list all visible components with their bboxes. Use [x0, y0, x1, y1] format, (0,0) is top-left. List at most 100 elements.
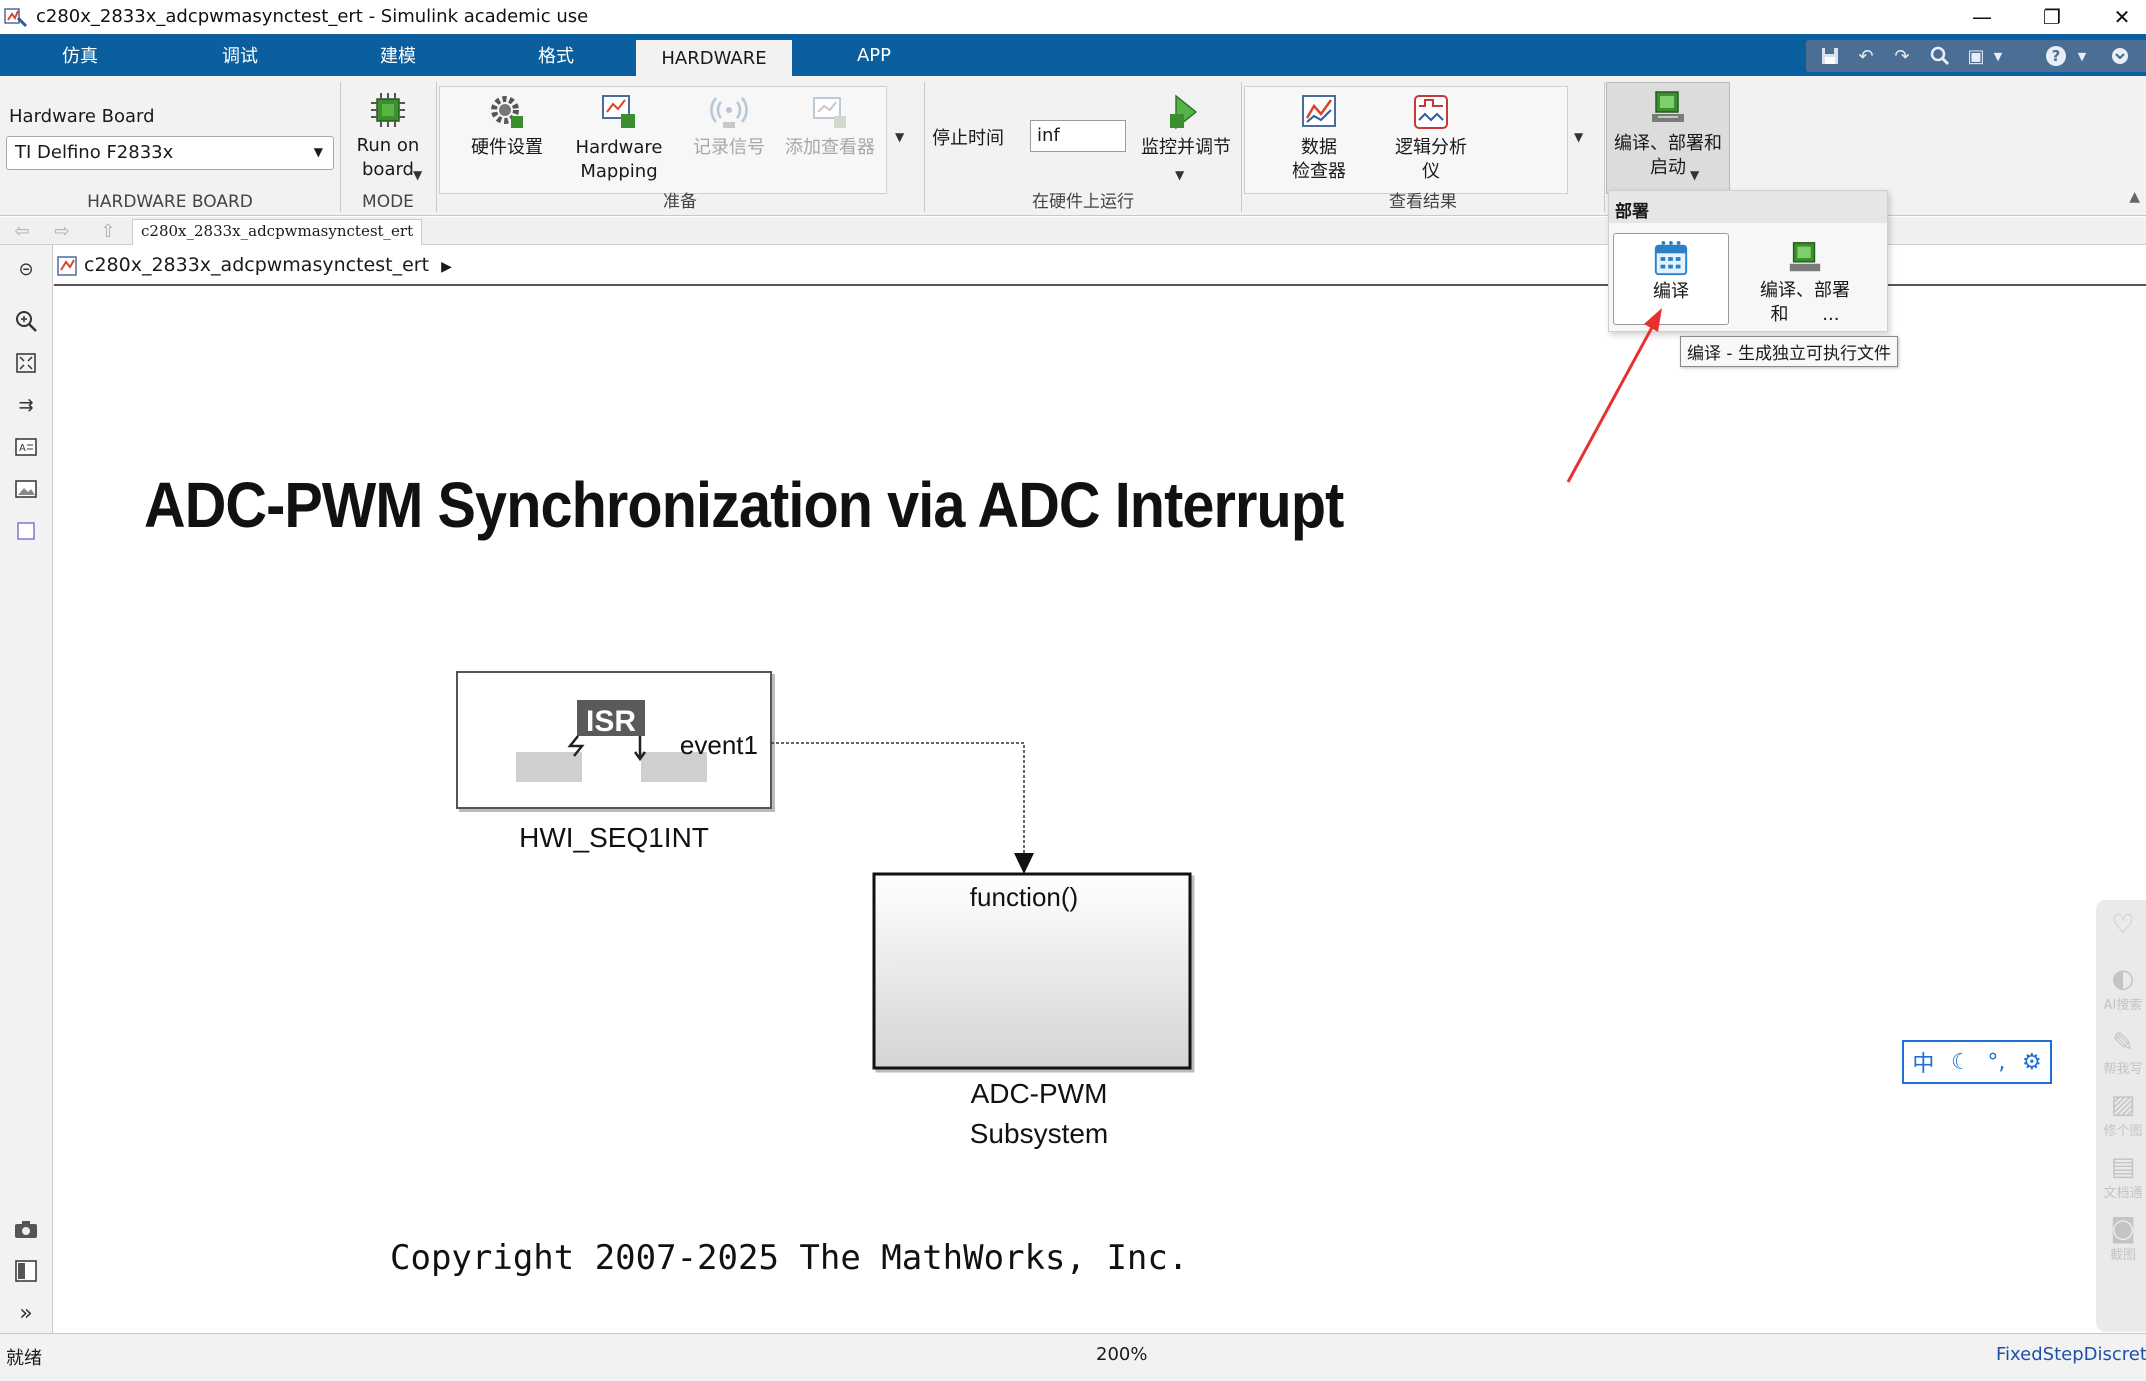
hardware-mapping-icon: [602, 95, 635, 128]
logic-analyzer-button[interactable]: 逻辑分析 仪: [1368, 92, 1494, 184]
minimize-button[interactable]: —: [1952, 0, 2012, 34]
tab-debug[interactable]: 调试: [182, 34, 298, 76]
chevron-down-icon[interactable]: ▼: [1690, 168, 1699, 182]
restore-button[interactable]: ❐: [2022, 0, 2082, 34]
redo-icon[interactable]: ↷: [1888, 44, 1916, 68]
run-on-board-label-line1: Run on: [356, 135, 420, 156]
back-arrow-icon[interactable]: ⇦: [10, 220, 34, 242]
section-label-prepare: 准备: [663, 192, 697, 212]
document-icon[interactable]: ▤ 文档通: [2100, 1152, 2146, 1201]
chevron-down-icon[interactable]: ▼: [413, 168, 422, 182]
model-path-text: c280x_2833x_adcpwmasynctest_ert: [84, 254, 430, 276]
close-button[interactable]: ✕: [2092, 0, 2146, 34]
build-deploy-label-line1: 编译、部署和: [1614, 133, 1722, 154]
zoom-level[interactable]: 200%: [1096, 1344, 1147, 1365]
model-browser-icon[interactable]: [12, 1257, 40, 1285]
build-deploy-start-button[interactable]: 编译、部署和 启动: [1606, 88, 1730, 180]
model-canvas[interactable]: ADC-PWM Synchronization via ADC Interrup…: [54, 288, 2146, 1332]
punctuation-icon[interactable]: °,: [1987, 1050, 2005, 1075]
prepare-gallery-dropdown-icon[interactable]: ▼: [895, 130, 904, 144]
log-signals-button[interactable]: 记录信号: [679, 92, 779, 160]
build-deploy-more-button[interactable]: 编译、部署 和 ...: [1737, 233, 1873, 327]
build-deploy-icon: [1652, 91, 1684, 122]
hardware-mapping-button[interactable]: Hardware Mapping: [561, 92, 677, 184]
hwi-block-name[interactable]: HWI_SEQ1INT: [457, 818, 771, 858]
collapse-ribbon-icon[interactable]: [2106, 44, 2134, 68]
hwi-block[interactable]: ISR event1: [456, 671, 772, 809]
write-icon[interactable]: ✎ 帮我写: [2100, 1028, 2146, 1077]
ai-search-icon[interactable]: ◐ AI搜索: [2100, 964, 2146, 1013]
hardware-board-label: Hardware Board: [9, 106, 155, 127]
save-icon[interactable]: [1816, 44, 1844, 68]
status-ready: 就绪: [6, 1348, 42, 1369]
simulink-icon: [4, 8, 28, 28]
screenshot-icon[interactable]: [12, 1215, 40, 1243]
path-expand-icon[interactable]: ▶: [441, 259, 452, 275]
section-hardware-board: Hardware Board TI Delfino F2833x ▼ HARDW…: [0, 76, 340, 216]
adc-pwm-subsystem-block[interactable]: function(): [872, 872, 1192, 1070]
camera-icon[interactable]: ◙ 截图: [2100, 1214, 2146, 1263]
subsystem-port-label: function(): [970, 882, 1078, 912]
build-deploy-more-label-line2: 和 ...: [1771, 303, 1840, 327]
hardware-settings-button[interactable]: 硬件设置: [457, 92, 557, 160]
zoom-icon[interactable]: [12, 307, 40, 335]
moon-icon[interactable]: ☾: [1951, 1050, 1971, 1075]
add-viewer-button[interactable]: 添加查看器: [777, 92, 883, 160]
data-inspector-label-line2: 检查器: [1292, 161, 1346, 182]
tab-simulation[interactable]: 仿真: [22, 34, 138, 76]
expand-palette-icon[interactable]: »: [12, 1299, 40, 1327]
model-path[interactable]: c280x_2833x_adcpwmasynctest_ert ▶: [84, 254, 452, 276]
tab-hardware[interactable]: HARDWARE: [636, 40, 792, 76]
monitor-tune-icon: [1170, 94, 1198, 130]
help-dropdown-icon[interactable]: ▼: [2068, 44, 2096, 68]
ime-toolbar[interactable]: 中 ☾ °, ⚙: [1902, 1040, 2052, 1084]
hide-browser-icon[interactable]: ⊝: [12, 255, 40, 283]
tab-format[interactable]: 格式: [498, 34, 614, 76]
build-deploy-more-label-line1: 编译、部署: [1760, 280, 1850, 301]
subsystem-block-name[interactable]: ADC-PWM Subsystem: [874, 1074, 1204, 1154]
signal-arrow-icon[interactable]: ⇉: [12, 391, 40, 419]
stop-time-input[interactable]: inf: [1030, 120, 1126, 152]
logic-analyzer-label-line2: 仪: [1422, 161, 1440, 182]
image-edit-icon[interactable]: ▨ 修个图: [2100, 1090, 2146, 1139]
build-deploy-more-and: 和: [1770, 304, 1789, 325]
ribbon-collapse-icon[interactable]: ▲: [2129, 189, 2140, 205]
tab-app[interactable]: APP: [816, 34, 932, 76]
hardware-board-select[interactable]: TI Delfino F2833x ▼: [6, 136, 334, 170]
heart-icon[interactable]: ♡: [2100, 910, 2146, 940]
monitor-tune-button[interactable]: 监控并调节: [1131, 92, 1241, 160]
model-icon: [57, 256, 77, 276]
window-title: c280x_2833x_adcpwmasynctest_ert - Simuli…: [36, 6, 589, 27]
quick-access-toolbar: ↶ ↷ ▣ ▼ ? ▼: [1806, 40, 2146, 72]
tab-modeling[interactable]: 建模: [340, 34, 456, 76]
fit-to-view-icon[interactable]: [12, 349, 40, 377]
help-icon[interactable]: ?: [2042, 44, 2070, 68]
build-deploy-icon: [1789, 242, 1821, 272]
undo-icon[interactable]: ↶: [1852, 44, 1880, 68]
section-label-hardware-board: HARDWARE BOARD: [87, 192, 253, 212]
ime-lang[interactable]: 中: [1912, 1046, 1934, 1078]
data-inspector-button[interactable]: 数据 检查器: [1264, 92, 1374, 184]
hardware-mapping-label-line2: Mapping: [580, 161, 658, 182]
signal-log-icon: [710, 97, 748, 128]
left-palette: ⊝ ⇉ A »: [0, 245, 53, 1333]
monitor-tune-label: 监控并调节: [1141, 137, 1231, 158]
image-icon[interactable]: [12, 475, 40, 503]
model-tab[interactable]: c280x_2833x_adcpwmasynctest_ert: [132, 219, 423, 245]
forward-arrow-icon[interactable]: ⇨: [50, 220, 74, 242]
gear-icon[interactable]: ⚙: [2022, 1050, 2042, 1075]
chevron-down-icon[interactable]: ▼: [1175, 168, 1184, 182]
data-inspector-icon: [1302, 95, 1336, 127]
up-arrow-icon[interactable]: ⇧: [96, 220, 120, 242]
copyright-annotation[interactable]: Copyright 2007-2025 The MathWorks, Inc.: [390, 1238, 1188, 1278]
solver-link[interactable]: FixedStepDiscrete: [1996, 1344, 2146, 1365]
find-icon[interactable]: [1926, 44, 1954, 68]
subsystem-name-line2: Subsystem: [969, 1118, 1109, 1149]
review-gallery-dropdown-icon[interactable]: ▼: [1574, 130, 1583, 144]
function-call-line[interactable]: [771, 742, 1025, 863]
calendar-build-icon: [1654, 240, 1688, 276]
layout-dropdown-icon[interactable]: ▼: [1984, 44, 2012, 68]
annotation-icon[interactable]: A: [12, 433, 40, 461]
section-label-run-on-hardware: 在硬件上运行: [1032, 192, 1134, 212]
area-icon[interactable]: [12, 517, 40, 545]
